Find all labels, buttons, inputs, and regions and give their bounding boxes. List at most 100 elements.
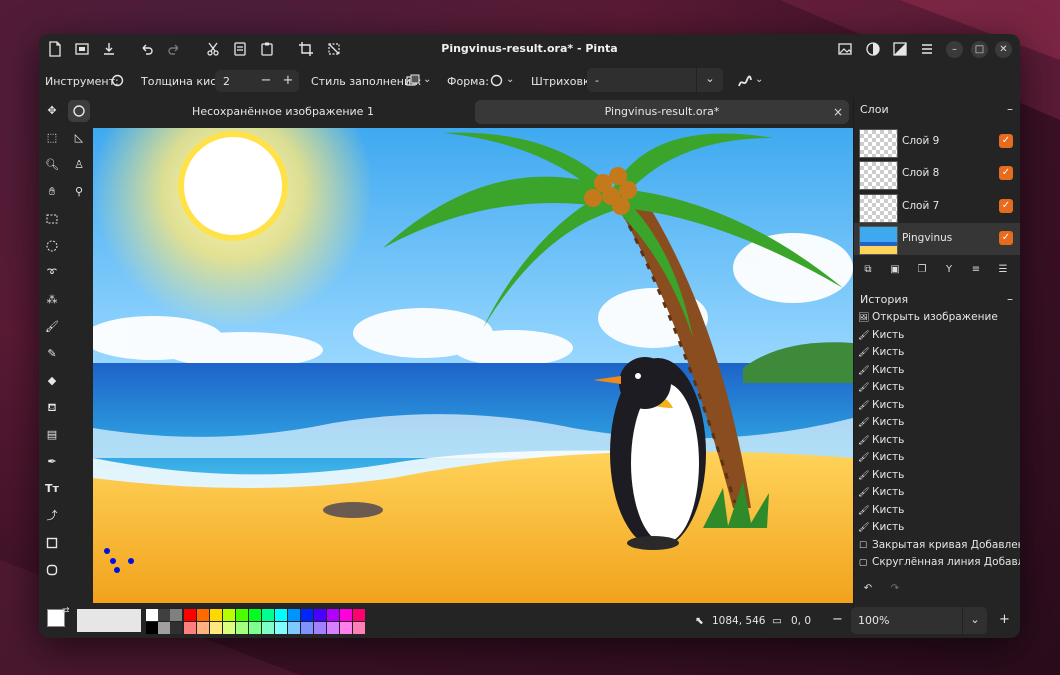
save-icon[interactable] — [101, 41, 117, 57]
zoom-dropdown-icon[interactable]: ⌄ — [962, 607, 987, 634]
history-item[interactable]: 🖼︎ Открыть изображение — [858, 311, 998, 328]
palette-swatch[interactable] — [223, 622, 235, 634]
fill-style-dropdown-icon[interactable]: ⌄ — [423, 74, 431, 85]
effects-icon[interactable] — [892, 41, 908, 57]
palette-swatch[interactable] — [197, 622, 209, 634]
palette-swatch[interactable] — [249, 609, 261, 621]
palette-swatch[interactable] — [223, 609, 235, 621]
palette-swatch[interactable] — [314, 609, 326, 621]
minimize-button[interactable]: – — [946, 41, 963, 58]
palette-swatch[interactable] — [275, 609, 287, 621]
move-selected-tool-icon[interactable]: ✥ — [41, 100, 63, 122]
ellipse-select-tool-icon[interactable] — [41, 235, 63, 257]
recolor-tool-icon[interactable]: ⚲ — [68, 181, 90, 203]
magic-wand-tool-icon[interactable]: ⁂ — [41, 289, 63, 311]
palette-swatch[interactable] — [353, 622, 365, 634]
brush-width-value[interactable]: 2 — [223, 75, 230, 88]
history-undo-icon[interactable]: ↶ — [859, 580, 877, 598]
text-tool-icon[interactable]: Tт — [41, 478, 63, 500]
brush-width-decrease-button[interactable]: − — [255, 70, 277, 92]
palette-swatch[interactable] — [170, 609, 182, 621]
swap-colors-icon[interactable]: ⇄ — [62, 606, 70, 616]
layer-row-selected[interactable]: Pingvinus ✓ — [854, 223, 1020, 255]
palette-swatch[interactable] — [301, 622, 313, 634]
crop-icon[interactable] — [298, 41, 314, 57]
palette-swatch[interactable] — [158, 609, 170, 621]
history-redo-icon[interactable]: ↷ — [886, 580, 904, 598]
rounded-rectangle-tool-icon[interactable] — [41, 559, 63, 581]
line-curve-tool-icon[interactable]: ⤴︎ — [41, 505, 63, 527]
lasso-select-tool-icon[interactable]: ➰︎ — [41, 262, 63, 284]
maximize-button[interactable]: □ — [971, 41, 988, 58]
move-layer-icon[interactable]: ≡ — [967, 261, 985, 279]
history-item[interactable]: 🖌︎ Кисть — [858, 346, 904, 363]
palette-swatch[interactable] — [146, 622, 158, 634]
layer-visibility-checkbox[interactable]: ✓ — [999, 231, 1013, 245]
palette-swatch[interactable] — [314, 622, 326, 634]
layer-row[interactable]: Слой 8 ✓ — [854, 158, 1020, 190]
antialiasing-dropdown-icon[interactable]: ⌄ — [755, 74, 763, 85]
zoom-value[interactable]: 100% — [858, 614, 889, 627]
paintbrush-tool-icon[interactable]: 🖌︎ — [41, 316, 63, 338]
paste-icon[interactable] — [259, 41, 275, 57]
close-tab-icon[interactable]: × — [833, 100, 843, 124]
palette-swatch[interactable] — [170, 622, 182, 634]
history-item[interactable]: ☐ Закрытая кривая Добавлено — [858, 539, 1020, 556]
palette-swatch[interactable] — [288, 622, 300, 634]
palette-swatch[interactable] — [353, 609, 365, 621]
history-item[interactable]: 🖌︎ Кисть — [858, 504, 904, 521]
palette-swatch[interactable] — [275, 622, 287, 634]
palette-swatch[interactable] — [146, 609, 158, 621]
antialiasing-icon[interactable] — [737, 73, 753, 89]
pencil-tool-icon[interactable]: ✎ — [41, 343, 63, 365]
rectangle-select-tool-icon[interactable] — [41, 208, 63, 230]
palette-swatch[interactable] — [197, 609, 209, 621]
history-item[interactable]: 🖌︎ Кисть — [858, 521, 904, 538]
palette-swatch[interactable] — [210, 609, 222, 621]
hatch-select[interactable]: - ⌄ — [587, 68, 723, 92]
delete-layer-icon[interactable]: ▣ — [886, 261, 904, 279]
move-selection-tool-icon[interactable]: ⬚ — [41, 127, 63, 149]
history-item[interactable]: 🖌︎ Кисть — [858, 451, 904, 468]
layer-row[interactable]: Слой 7 ✓ — [854, 191, 1020, 223]
layer-row[interactable]: Слой 9 ✓ — [854, 126, 1020, 158]
color-picker-tool-icon[interactable]: ✒︎ — [41, 451, 63, 473]
zoom-tool-icon[interactable]: 🔍︎ — [41, 154, 63, 176]
add-layer-icon[interactable]: ⧉ — [859, 261, 877, 279]
main-menu-icon[interactable] — [919, 41, 935, 57]
gradient-tool-icon[interactable]: ◺ — [68, 127, 90, 149]
open-file-icon[interactable] — [74, 41, 90, 57]
palette-swatch[interactable] — [327, 622, 339, 634]
shape-ellipse-icon[interactable] — [490, 74, 503, 87]
palette-swatch[interactable] — [249, 622, 261, 634]
history-item[interactable]: 🖌︎ Кисть — [858, 486, 904, 503]
history-item[interactable]: ▢ Скруглённая линия Добавлено — [858, 556, 1020, 573]
palette-swatch[interactable] — [236, 622, 248, 634]
layer-visibility-checkbox[interactable]: ✓ — [999, 166, 1013, 180]
history-item[interactable]: 🖌︎ Кисть — [858, 434, 904, 451]
color-palette[interactable] — [146, 609, 376, 635]
redo-icon[interactable] — [166, 41, 182, 57]
cut-icon[interactable] — [205, 41, 221, 57]
palette-swatch[interactable] — [158, 622, 170, 634]
layer-properties-icon[interactable]: ☰ — [994, 261, 1012, 279]
duplicate-layer-icon[interactable]: ❐ — [913, 261, 931, 279]
gradient-fill-tool-icon[interactable]: ▤ — [41, 424, 63, 446]
image-menu-icon[interactable] — [837, 41, 853, 57]
history-item[interactable]: 🖌︎ Кисть — [858, 399, 904, 416]
history-item[interactable]: 🖌︎ Кисть — [858, 329, 904, 346]
deselect-icon[interactable] — [326, 41, 342, 57]
palette-swatch[interactable] — [210, 622, 222, 634]
new-file-icon[interactable] — [47, 41, 63, 57]
palette-swatch[interactable] — [340, 609, 352, 621]
palette-swatch[interactable] — [262, 622, 274, 634]
close-window-button[interactable]: ✕ — [995, 41, 1012, 58]
brush-width-increase-button[interactable]: + — [277, 70, 299, 92]
clone-stamp-tool-icon[interactable]: ♙ — [68, 154, 90, 176]
copy-icon[interactable] — [232, 41, 248, 57]
hatch-dropdown-icon[interactable]: ⌄ — [696, 68, 723, 92]
layer-visibility-checkbox[interactable]: ✓ — [999, 134, 1013, 148]
zoom-in-button[interactable]: + — [999, 612, 1010, 627]
recent-colors-strip[interactable] — [77, 609, 141, 632]
layers-collapse-button[interactable]: – — [1007, 102, 1013, 116]
